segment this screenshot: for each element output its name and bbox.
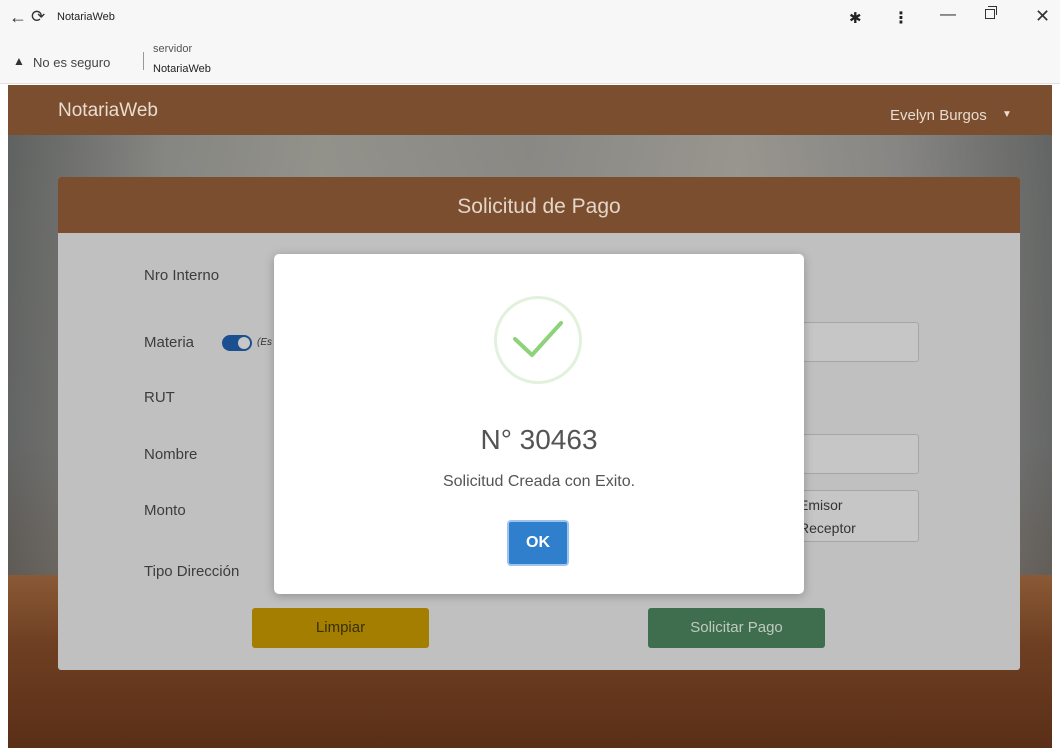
restore-icon[interactable] (985, 6, 997, 19)
warning-icon[interactable]: ▲ (13, 54, 25, 68)
back-arrow-icon[interactable]: ← (9, 7, 27, 28)
puzzle-icon[interactable]: ✱ (849, 9, 862, 27)
url-host[interactable]: servidor (153, 43, 192, 55)
tab-title: NotariaWeb (57, 11, 115, 23)
security-label[interactable]: No es seguro (33, 55, 110, 70)
close-icon[interactable]: ✕ (1035, 6, 1050, 27)
minimize-icon[interactable]: — (940, 6, 956, 24)
app-viewport: NotariaWeb Evelyn Burgos ▼ Solicitud de … (8, 85, 1052, 748)
browser-titlebar: ← ⟳ NotariaWeb ✱ ⋮ — ✕ (0, 0, 1060, 38)
reload-icon[interactable]: ⟳ (31, 7, 45, 27)
address-bar[interactable]: ▲ No es seguro servidor NotariaWeb (0, 38, 1060, 84)
checkmark-icon (513, 321, 563, 357)
kebab-menu-icon[interactable]: ⋮ (893, 8, 909, 28)
ok-button[interactable]: OK (507, 520, 569, 566)
success-dialog: N° 30463 Solicitud Creada con Exito. OK (274, 254, 804, 594)
success-message: Solicitud Creada con Exito. (442, 473, 636, 490)
address-separator (143, 52, 144, 70)
url-path[interactable]: NotariaWeb (153, 63, 211, 75)
request-number: N° 30463 (480, 424, 598, 455)
